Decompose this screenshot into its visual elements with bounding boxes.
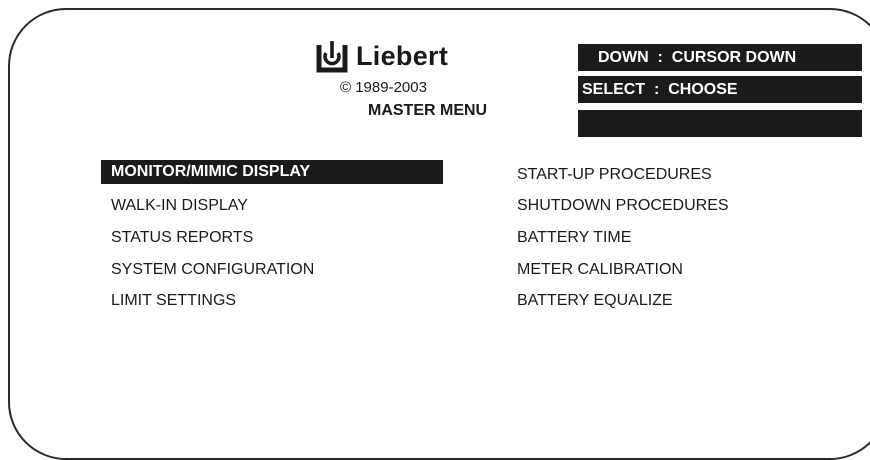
menu-item-meter-calibration[interactable]: METER CALIBRATION	[517, 258, 683, 282]
hint-select: SELECT : CHOOSE	[578, 76, 862, 103]
menu-item-walk-in-display[interactable]: WALK-IN DISPLAY	[101, 194, 248, 218]
menu-item-monitor-mimic-display[interactable]: MONITOR/MIMIC DISPLAY	[101, 160, 443, 184]
menu-item-battery-time[interactable]: BATTERY TIME	[517, 226, 631, 250]
copyright-text: © 1989-2003	[340, 79, 427, 96]
menu-item-battery-equalize[interactable]: BATTERY EQUALIZE	[517, 289, 673, 313]
liebert-logo-icon	[316, 41, 348, 73]
liebert-logo: Liebert	[316, 38, 448, 74]
menu-item-system-configuration[interactable]: SYSTEM CONFIGURATION	[101, 258, 314, 282]
hint-empty	[578, 110, 862, 137]
menu-item-start-up-procedures[interactable]: START-UP PROCEDURES	[517, 163, 712, 187]
brand-name: Liebert	[356, 40, 449, 71]
menu-item-status-reports[interactable]: STATUS REPORTS	[101, 226, 253, 250]
menu-item-shutdown-procedures[interactable]: SHUTDOWN PROCEDURES	[517, 194, 729, 218]
hint-cursor-down: DOWN : CURSOR DOWN	[578, 44, 862, 71]
page-title: MASTER MENU	[368, 102, 488, 119]
menu-item-limit-settings[interactable]: LIMIT SETTINGS	[101, 289, 236, 313]
